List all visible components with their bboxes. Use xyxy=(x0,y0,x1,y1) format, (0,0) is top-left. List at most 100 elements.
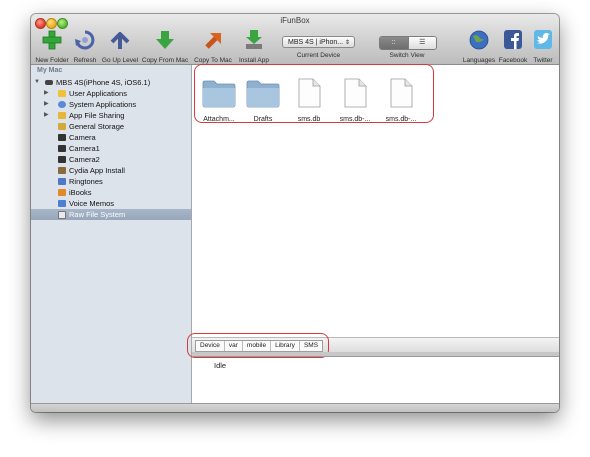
twitter-icon xyxy=(534,30,552,49)
file-icon xyxy=(344,78,367,108)
languages-button[interactable]: Languages xyxy=(461,29,497,64)
file-item[interactable]: sms.db-... xyxy=(379,78,423,123)
file-item[interactable]: sms.db xyxy=(287,78,331,123)
list-view-toggle[interactable]: ☰ xyxy=(407,37,436,49)
file-sharing-icon xyxy=(58,112,66,119)
ibooks-icon xyxy=(58,189,66,196)
file-item[interactable]: Attachm... xyxy=(197,78,241,123)
sidebar-item-label: Ringtones xyxy=(69,177,103,186)
current-device-label: Current Device xyxy=(296,52,341,59)
new-folder-label: New Folder xyxy=(35,57,69,64)
sidebar-item-label: Cydia App Install xyxy=(69,166,125,175)
disclosure-closed-icon: ▶ xyxy=(44,101,49,107)
bottom-bar xyxy=(31,403,559,412)
system-apps-icon xyxy=(58,101,66,108)
folder-icon xyxy=(202,80,236,108)
sidebar-item-label: Camera2 xyxy=(69,155,100,164)
camera-icon xyxy=(58,134,66,141)
switch-view-control[interactable]: :: ☰ xyxy=(379,36,437,50)
file-name: sms.db xyxy=(297,116,321,123)
sidebar-item-user-applications[interactable]: ▶ User Applications xyxy=(31,88,191,99)
disclosure-open-icon: ▼ xyxy=(34,79,40,85)
apps-icon xyxy=(58,90,66,97)
refresh-label: Refresh xyxy=(73,57,97,64)
facebook-label: Facebook xyxy=(498,57,528,64)
languages-label: Languages xyxy=(462,57,496,64)
sidebar-item-ibooks[interactable]: iBooks xyxy=(31,187,191,198)
device-select-value: MBS 4S | iPhon... xyxy=(288,39,344,46)
device-select[interactable]: MBS 4S | iPhon... ⇕ xyxy=(282,36,355,48)
sidebar-item-general-storage[interactable]: General Storage xyxy=(31,121,191,132)
twitter-label: Twitter xyxy=(533,57,553,64)
sidebar-item-label: User Applications xyxy=(69,89,127,98)
sidebar-item-cydia-app-install[interactable]: Cydia App Install xyxy=(31,165,191,176)
window-title: iFunBox xyxy=(280,16,310,25)
iphone-icon xyxy=(45,80,53,85)
raw-file-system-icon xyxy=(58,211,66,219)
sidebar-item-camera[interactable]: Camera xyxy=(31,132,191,143)
upload-arrow-icon xyxy=(205,33,221,49)
sidebar-item-label: General Storage xyxy=(69,122,125,131)
app-window: iFunBox New Folder Refresh Go Up Level C… xyxy=(31,14,559,412)
new-folder-button[interactable]: New Folder xyxy=(35,29,69,64)
updown-arrows-icon: ⇕ xyxy=(344,40,350,46)
twitter-button[interactable]: Twitter xyxy=(529,29,557,64)
icon-view-toggle[interactable]: :: xyxy=(380,37,408,49)
folder-icon xyxy=(246,80,280,108)
device-name: MBS 4S(iPhone 4S, iOS6.1) xyxy=(56,78,151,87)
disclosure-closed-icon: ▶ xyxy=(44,112,49,118)
sidebar-item-label: System Applications xyxy=(69,100,137,109)
file-item[interactable]: Drafts xyxy=(241,78,285,123)
ringtones-icon xyxy=(58,178,66,185)
sidebar-device[interactable]: ▼ MBS 4S(iPhone 4S, iOS6.1) xyxy=(31,77,191,88)
sidebar-item-raw-file-system[interactable]: Raw File System xyxy=(31,209,191,220)
file-name: Attachm... xyxy=(203,116,235,123)
disclosure-closed-icon: ▶ xyxy=(44,90,49,96)
go-up-level-button[interactable]: Go Up Level xyxy=(101,29,139,64)
refresh-icon xyxy=(75,30,95,50)
facebook-icon xyxy=(504,30,522,49)
file-icon xyxy=(390,78,413,108)
file-name: sms.db-... xyxy=(339,116,371,123)
sidebar-item-label: Camera1 xyxy=(69,144,100,153)
sidebar-item-label: App File Sharing xyxy=(69,111,125,120)
status-text: Idle xyxy=(214,361,227,370)
install-app-label: Install App xyxy=(239,57,269,64)
facebook-button[interactable]: Facebook xyxy=(498,29,528,64)
camera-icon xyxy=(58,145,66,152)
toolbar: iFunBox New Folder Refresh Go Up Level C… xyxy=(31,14,559,65)
camera-icon xyxy=(58,156,66,163)
install-app-button[interactable]: Install App xyxy=(236,29,272,64)
sidebar-item-camera1[interactable]: Camera1 xyxy=(31,143,191,154)
pane-splitter[interactable] xyxy=(192,352,559,357)
plus-icon xyxy=(42,30,62,50)
go-up-level-label: Go Up Level xyxy=(101,57,139,64)
copy-from-mac-label: Copy From Mac xyxy=(141,57,189,64)
storage-icon xyxy=(58,123,66,130)
sidebar-item-voice-memos[interactable]: Voice Memos xyxy=(31,198,191,209)
sidebar: My Mac ▼ MBS 4S(iPhone 4S, iOS6.1) ▶ Use… xyxy=(31,65,192,412)
file-item[interactable]: sms.db-... xyxy=(333,78,377,123)
globe-icon xyxy=(469,30,489,50)
sidebar-item-ringtones[interactable]: Ringtones xyxy=(31,176,191,187)
sidebar-item-camera2[interactable]: Camera2 xyxy=(31,154,191,165)
copy-to-mac-button[interactable]: Copy To Mac xyxy=(192,29,234,64)
copy-to-mac-label: Copy To Mac xyxy=(194,57,232,64)
file-icon xyxy=(298,78,321,108)
sidebar-item-label: iBooks xyxy=(69,188,92,197)
switch-view-label: Switch View xyxy=(389,52,425,59)
cydia-icon xyxy=(58,167,66,174)
sidebar-item-label: Camera xyxy=(69,133,96,142)
sidebar-item-label: Raw File System xyxy=(69,210,126,219)
file-name: Drafts xyxy=(253,116,273,123)
copy-from-mac-button[interactable]: Copy From Mac xyxy=(141,29,189,64)
install-app-icon xyxy=(246,30,262,49)
sidebar-header: My Mac xyxy=(37,67,63,74)
download-arrow-icon xyxy=(156,31,174,49)
sidebar-item-system-applications[interactable]: ▶ System Applications xyxy=(31,99,191,110)
file-name: sms.db-... xyxy=(385,116,417,123)
refresh-button[interactable]: Refresh xyxy=(70,29,100,64)
sidebar-item-label: Voice Memos xyxy=(69,199,115,208)
sidebar-item-app-file-sharing[interactable]: ▶ App File Sharing xyxy=(31,110,191,121)
file-browser: Attachm... Drafts sms.db sms.db-... sms.… xyxy=(187,64,559,412)
